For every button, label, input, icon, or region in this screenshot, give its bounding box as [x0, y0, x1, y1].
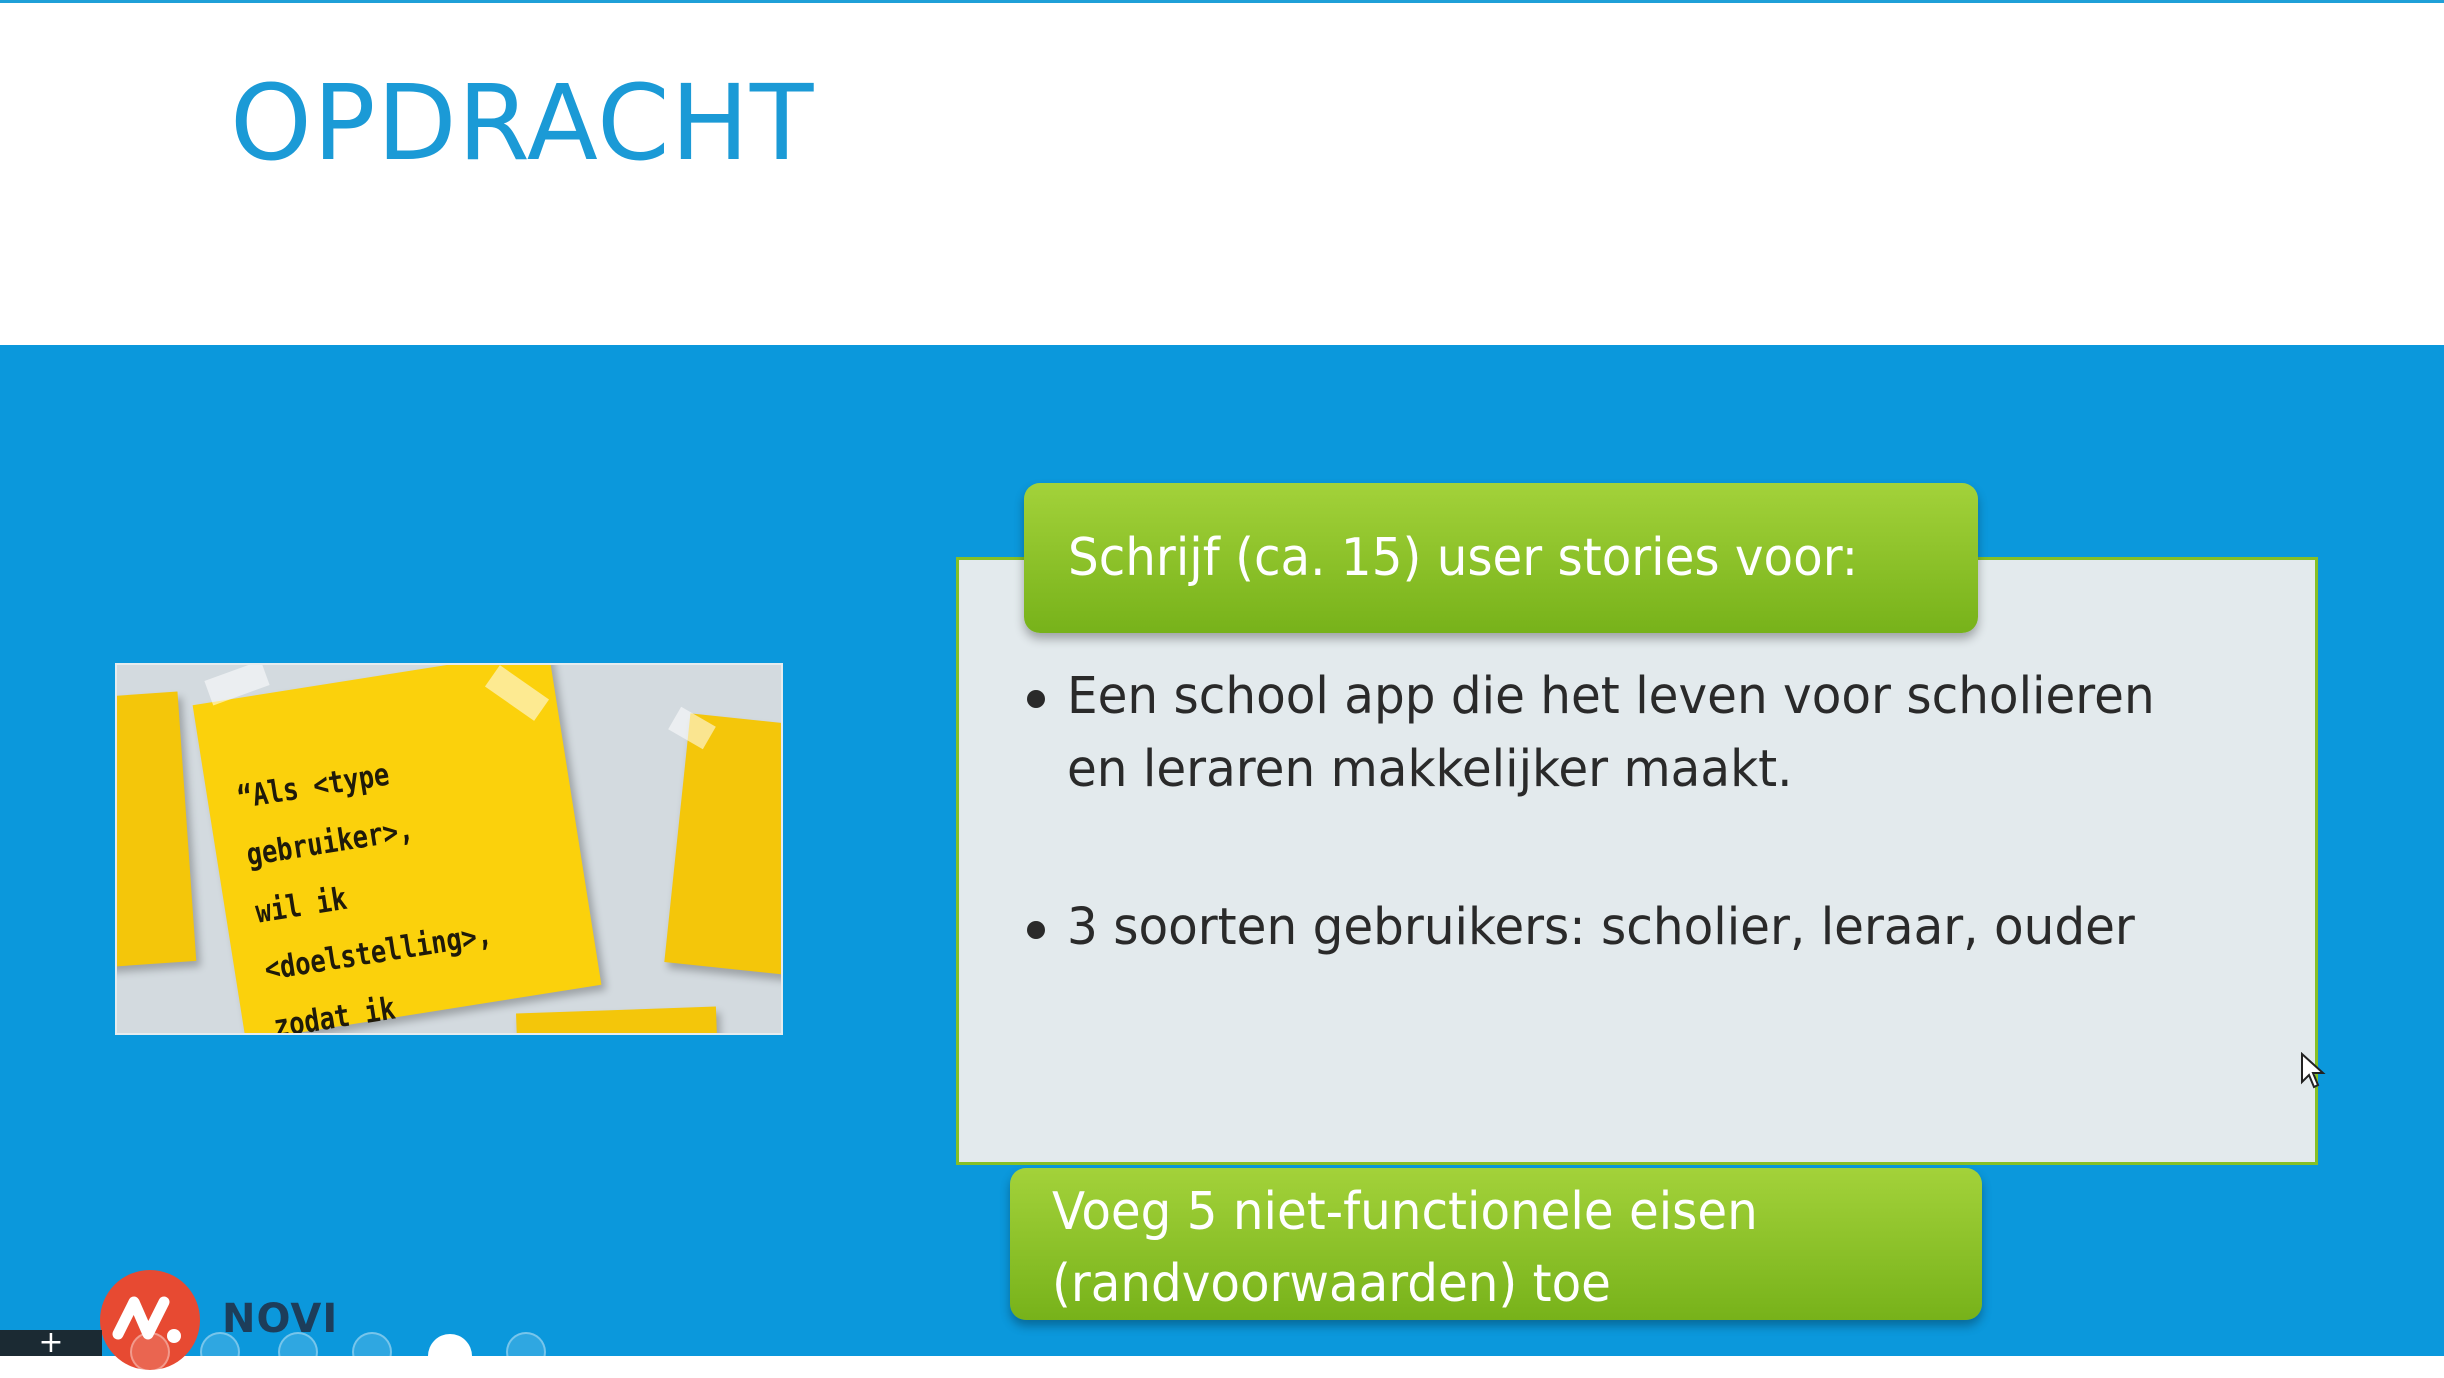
sticky-note-bottom — [516, 1006, 718, 1033]
sticky-note-right — [664, 713, 781, 977]
bullet-item: Een school app die het leven voor scholi… — [1027, 660, 2227, 806]
slide-title: OPDRACHT — [230, 62, 815, 184]
sticky-note-image: “Als <type gebruiker>, wil ik <doelstell… — [115, 663, 783, 1035]
zoom-icon[interactable] — [278, 1332, 318, 1372]
bullet-text: Een school app die het leven voor scholi… — [1067, 667, 2155, 799]
subtitles-icon[interactable] — [352, 1332, 392, 1372]
non-functional-requirements-label: Voeg 5 niet-functionele eisen (randvoorw… — [1010, 1168, 1982, 1320]
add-icon[interactable]: + — [0, 1328, 102, 1358]
non-functional-label-line1: Voeg 5 niet-functionele eisen — [1052, 1182, 1758, 1242]
highlighter-icon[interactable] — [200, 1332, 240, 1372]
sticky-note-main: “Als <type gebruiker>, wil ik <doelstell… — [192, 665, 602, 1035]
more-icon[interactable] — [506, 1332, 546, 1372]
bullet-text: 3 soorten gebruikers: scholier, leraar, … — [1067, 898, 2135, 957]
sticky-note-left — [117, 691, 197, 969]
top-border-line — [0, 0, 2444, 3]
assignment-content-box: Een school app die het leven voor scholi… — [956, 557, 2318, 1165]
camera-icon[interactable] — [428, 1334, 472, 1378]
user-stories-label-text: Schrijf (ca. 15) user stories voor: — [1068, 528, 1859, 588]
presentation-toolbar: + — [0, 1328, 560, 1378]
pen-icon[interactable] — [130, 1332, 170, 1372]
non-functional-label-line2: (randvoorwaarden) toe — [1052, 1254, 1611, 1314]
bullet-list: Een school app die het leven voor scholi… — [1027, 660, 2227, 1049]
sticky-note-text: “Als <type gebruiker>, wil ik <doelstell… — [234, 756, 495, 1035]
mouse-cursor-icon — [2301, 1052, 2326, 1089]
user-stories-label: Schrijf (ca. 15) user stories voor: — [1024, 483, 1978, 633]
bullet-item: 3 soorten gebruikers: scholier, leraar, … — [1027, 891, 2227, 964]
